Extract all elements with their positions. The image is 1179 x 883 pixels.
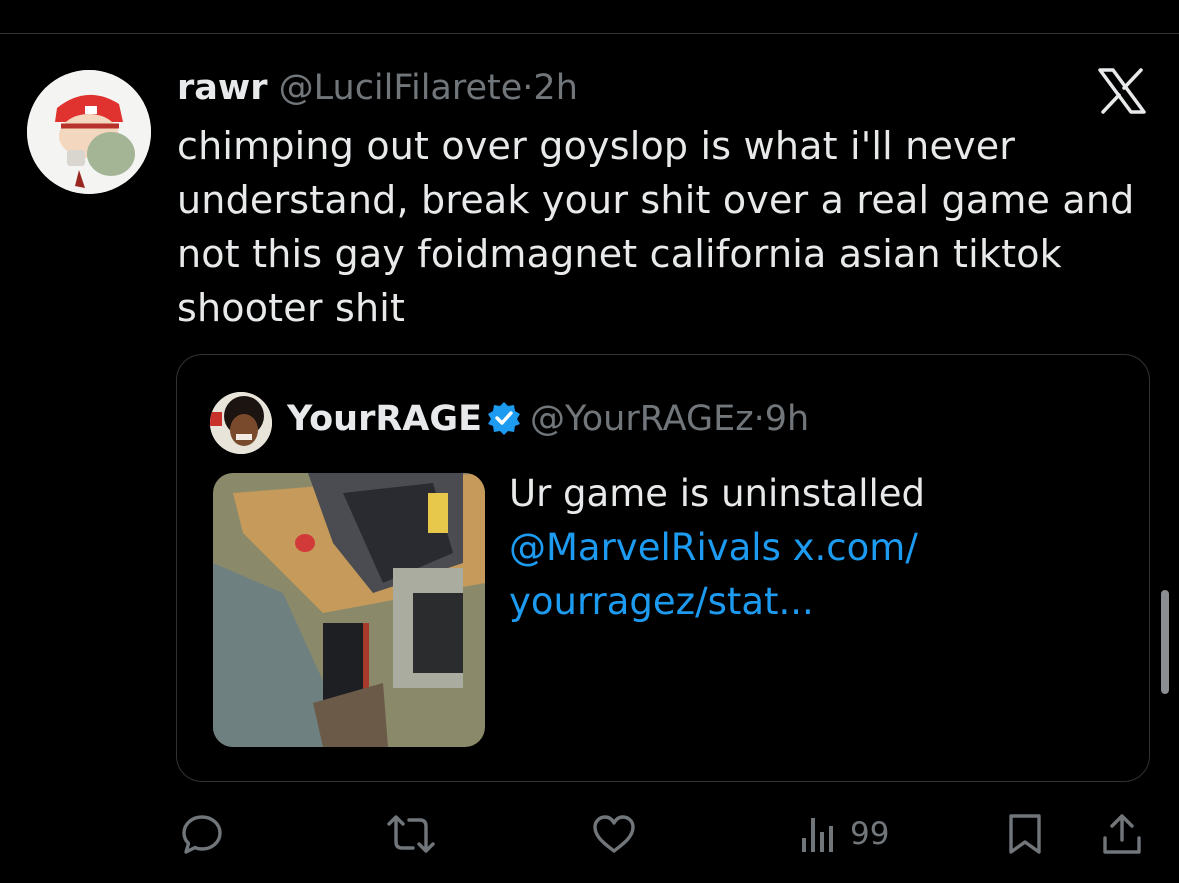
- retweet-button[interactable]: [385, 812, 437, 856]
- url-link-part2[interactable]: yourragez/stat...: [509, 580, 814, 623]
- quoted-author-name[interactable]: YourRAGE: [287, 399, 482, 439]
- views-count: 99: [850, 816, 890, 852]
- action-bar: 99: [0, 800, 1179, 870]
- top-divider: [0, 33, 1179, 34]
- x-logo-icon: [1097, 68, 1147, 114]
- quoted-time[interactable]: 9h: [765, 399, 809, 439]
- author-avatar[interactable]: [27, 70, 151, 194]
- quoted-header: YourRAGE @YourRAGEz·9h: [287, 396, 809, 442]
- views-icon: [800, 812, 840, 856]
- quoted-text-block: Ur game is uninstalled @MarvelRivals x.c…: [509, 467, 1109, 629]
- quoted-tweet-card[interactable]: YourRAGE @YourRAGEz·9h Ur game is uninsta…: [176, 354, 1150, 782]
- quoted-handle[interactable]: @YourRAGEz: [530, 399, 754, 439]
- share-icon: [1100, 812, 1144, 856]
- author-name[interactable]: rawr: [177, 68, 267, 108]
- views-button[interactable]: 99: [800, 812, 889, 856]
- share-button[interactable]: [1100, 812, 1144, 856]
- like-icon: [591, 812, 637, 856]
- tweet-text: chimping out over goyslop is what i'll n…: [177, 124, 1135, 330]
- reply-icon: [180, 812, 224, 856]
- retweet-icon: [385, 812, 437, 856]
- tweet-header: rawr @LucilFilarete·2h: [177, 66, 578, 110]
- like-button[interactable]: [591, 812, 637, 856]
- mention-link[interactable]: @MarvelRivals: [509, 526, 781, 569]
- separator: ·: [522, 68, 534, 108]
- quoted-separator: ·: [753, 399, 765, 439]
- quoted-text: Ur game is uninstalled: [509, 472, 925, 515]
- verified-badge-icon: [486, 400, 522, 436]
- bookmark-button[interactable]: [1005, 812, 1045, 856]
- tweet-time[interactable]: 2h: [533, 68, 577, 108]
- quoted-media-thumbnail[interactable]: [213, 473, 485, 747]
- author-handle[interactable]: @LucilFilarete: [279, 68, 523, 108]
- url-link-part1[interactable]: x.com/: [793, 526, 918, 569]
- scrollbar[interactable]: [1161, 590, 1169, 694]
- reply-button[interactable]: [180, 812, 224, 856]
- bookmark-icon: [1005, 812, 1045, 856]
- quoted-author-avatar[interactable]: [210, 392, 272, 454]
